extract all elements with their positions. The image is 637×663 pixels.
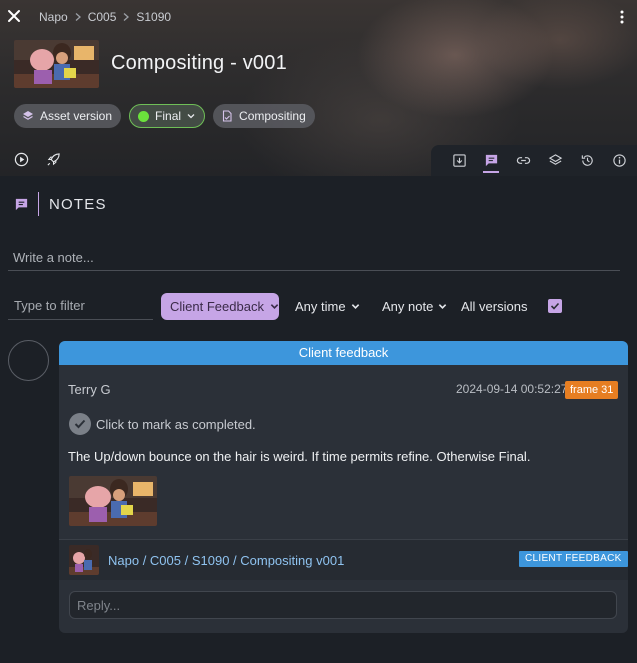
notes-section-header: NOTES — [14, 192, 107, 216]
note-category-banner: Client feedback — [59, 341, 628, 365]
status-dropdown[interactable]: Final — [129, 104, 206, 128]
header-divider — [38, 192, 39, 216]
note-filter-dropdown[interactable]: Any note — [382, 299, 447, 314]
rocket-icon[interactable] — [46, 152, 61, 167]
checkmark-icon — [550, 302, 560, 310]
tab-download[interactable] — [443, 145, 475, 176]
chevron-right-icon — [75, 13, 81, 21]
version-thumbnail[interactable] — [14, 40, 99, 88]
version-header: Napo C005 S1090 Compositing - v001 Asset… — [0, 0, 637, 176]
notes-filter-bar: Type to filter Client Feedback Any time … — [8, 293, 628, 321]
note-filter-label: Any note — [382, 299, 434, 314]
notes-title: NOTES — [49, 195, 107, 213]
versions-filter[interactable]: All versions — [461, 299, 527, 314]
versions-filter-label: All versions — [461, 299, 528, 314]
note-attachment-thumbnail[interactable] — [69, 476, 157, 526]
layers-icon — [548, 154, 562, 165]
breadcrumb-item-shot[interactable]: S1090 — [136, 10, 171, 24]
status-dot-icon — [138, 110, 150, 122]
asset-version-chip[interactable]: Asset version — [14, 104, 122, 128]
check-circle-icon — [69, 413, 91, 435]
version-chips: Asset version Final Compositing — [14, 104, 315, 128]
header-actions — [14, 152, 61, 167]
tab-links[interactable] — [507, 145, 539, 176]
avatar — [8, 340, 49, 381]
breadcrumb-item-project[interactable]: Napo — [39, 10, 68, 24]
reply-input[interactable]: Reply... — [69, 591, 617, 619]
write-note-input[interactable]: Write a note... — [8, 246, 620, 271]
category-filter-label: Client Feedback — [170, 299, 264, 314]
history-icon — [581, 155, 593, 166]
chevron-down-icon — [351, 304, 359, 309]
chevron-down-icon — [270, 304, 279, 309]
link-icon — [516, 157, 530, 164]
tab-history[interactable] — [571, 145, 603, 176]
tab-layers[interactable] — [539, 145, 571, 176]
linked-version-path[interactable]: Napo / C005 / S1090 / Compositing v001 — [108, 553, 344, 568]
linked-version-row[interactable]: Napo / C005 / S1090 / Compositing v001 C… — [59, 540, 628, 580]
info-icon — [612, 154, 626, 167]
all-versions-checkbox[interactable] — [548, 299, 562, 313]
document-icon — [222, 110, 232, 122]
note-card: Client feedback Terry G 2024-09-14 00:52… — [59, 341, 628, 633]
mark-complete-button[interactable]: Click to mark as completed. — [69, 413, 256, 435]
play-icon[interactable] — [14, 152, 29, 167]
note-body: The Up/down bounce on the hair is weird.… — [68, 449, 531, 464]
status-label: Final — [155, 109, 182, 123]
side-panel-tabs — [431, 145, 637, 176]
asset-version-label: Asset version — [40, 109, 113, 123]
page-title: Compositing - v001 — [111, 52, 287, 74]
note-timestamp: 2024-09-14 00:52:27 — [456, 382, 568, 396]
mark-complete-label: Click to mark as completed. — [96, 416, 256, 432]
more-options-icon[interactable] — [614, 9, 630, 25]
breadcrumb: Napo C005 S1090 — [39, 10, 171, 24]
task-label: Compositing — [239, 109, 306, 123]
comment-icon — [15, 198, 28, 210]
download-box-icon — [452, 154, 466, 167]
linked-version-thumbnail — [69, 545, 99, 575]
write-note-placeholder: Write a note... — [13, 250, 94, 265]
category-filter-dropdown[interactable]: Client Feedback — [161, 293, 279, 320]
chevron-right-icon — [123, 13, 130, 21]
time-filter-label: Any time — [295, 299, 346, 314]
breadcrumb-item-sequence[interactable]: C005 — [88, 10, 117, 24]
category-badge: CLIENT FEEDBACK — [519, 551, 628, 567]
layers-icon — [23, 111, 33, 120]
tab-notes[interactable] — [475, 145, 507, 176]
frame-badge[interactable]: frame 31 — [565, 381, 619, 399]
chevron-down-icon — [439, 304, 447, 309]
reply-placeholder: Reply... — [77, 598, 121, 613]
filter-input[interactable]: Type to filter — [8, 293, 153, 320]
close-icon[interactable] — [6, 8, 22, 24]
time-filter-dropdown[interactable]: Any time — [295, 299, 360, 314]
filter-placeholder: Type to filter — [14, 298, 85, 313]
task-chip[interactable]: Compositing — [213, 104, 315, 128]
tab-info[interactable] — [603, 145, 635, 176]
chevron-down-icon — [187, 114, 195, 119]
note-author: Terry G — [68, 382, 111, 397]
comment-icon — [485, 154, 497, 167]
